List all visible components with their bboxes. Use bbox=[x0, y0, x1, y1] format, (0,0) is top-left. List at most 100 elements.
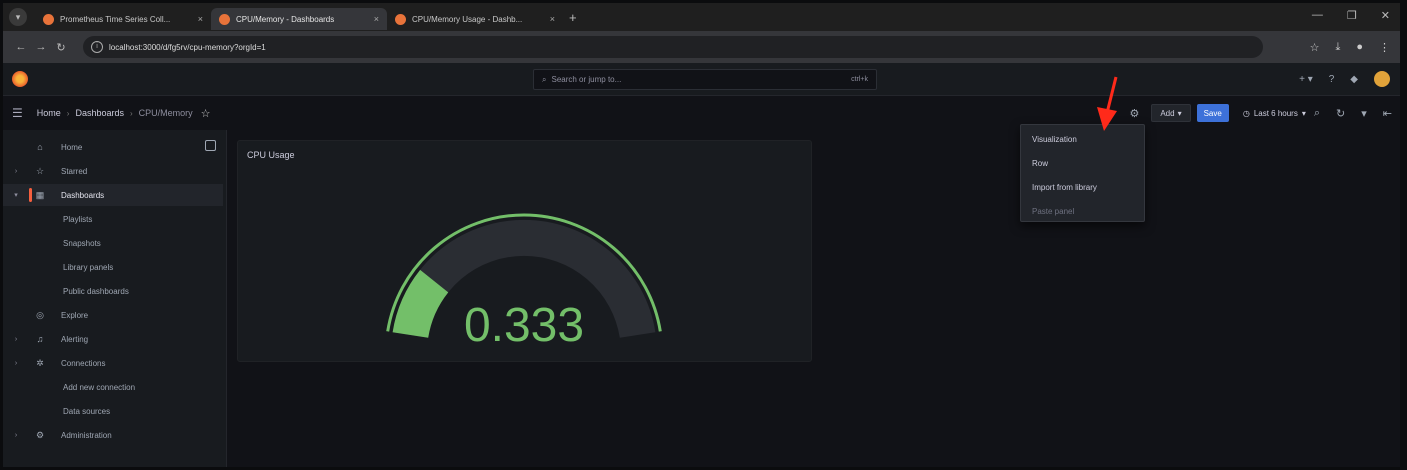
kiosk-mode-icon[interactable]: ⇤ bbox=[1383, 107, 1392, 120]
sidebar-item-label: Starred bbox=[61, 166, 88, 176]
chevron-icon[interactable]: ▾ bbox=[9, 191, 23, 199]
search-input[interactable]: ⌕ Search or jump to... ctrl+k bbox=[533, 69, 877, 90]
sidebar-item-label: Library panels bbox=[63, 262, 114, 272]
connections-icon: ✲ bbox=[36, 357, 44, 368]
help-icon[interactable]: ? bbox=[1329, 74, 1335, 85]
search-placeholder: Search or jump to... bbox=[551, 75, 622, 84]
sidebar-item-label: Alerting bbox=[61, 334, 89, 344]
dashboard-toolbar: ☰ Home › Dashboards › CPU/Memory ☆ ▭ ⚙ A… bbox=[3, 97, 1400, 129]
sidebar-item-label: Connections bbox=[61, 358, 106, 368]
browser-tab[interactable]: Prometheus Time Series Coll... × bbox=[35, 8, 211, 30]
time-range-picker[interactable]: ◷ Last 6 hours ▾ bbox=[1243, 109, 1306, 118]
sidebar-item-label: Snapshots bbox=[63, 238, 101, 248]
zoom-out-icon[interactable]: ⌕ bbox=[1314, 107, 1320, 120]
add-button[interactable]: Add ▾ bbox=[1151, 104, 1191, 122]
breadcrumb: Home › Dashboards › CPU/Memory bbox=[37, 108, 193, 118]
sidebar-item[interactable]: Snapshots bbox=[3, 232, 223, 254]
close-window-icon[interactable]: ✕ bbox=[1381, 9, 1390, 22]
grafana-favicon-icon bbox=[219, 13, 230, 25]
sidebar-item-label: Administration bbox=[61, 430, 112, 440]
sidebar-item-label: Explore bbox=[61, 310, 89, 320]
sidebar-item[interactable]: Add new connection bbox=[3, 376, 223, 398]
grafana-logo-icon[interactable] bbox=[12, 71, 28, 87]
star-icon: ☆ bbox=[35, 165, 45, 176]
tab-search-icon[interactable]: ▾ bbox=[9, 8, 27, 26]
bookmark-star-icon[interactable]: ☆ bbox=[1310, 41, 1320, 54]
home-icon: ⌂ bbox=[37, 142, 43, 152]
site-info-icon[interactable]: i bbox=[91, 41, 103, 53]
chevron-down-icon: ▾ bbox=[1301, 108, 1306, 118]
sidebar-item-label: Playlists bbox=[63, 214, 93, 224]
sidebar-item[interactable]: › ♫ Alerting bbox=[3, 328, 223, 350]
sidebar-item[interactable]: › ☆ Starred bbox=[3, 160, 223, 182]
save-button[interactable]: Save bbox=[1196, 104, 1229, 122]
grafana-top-bar: ⌕ Search or jump to... ctrl+k + ▾ ? ◆ bbox=[3, 63, 1400, 96]
gauge-chart: 0.333 bbox=[386, 213, 662, 352]
browser-menu-icon[interactable]: ⋮ bbox=[1379, 41, 1390, 54]
browser-address-bar: ← → ↻ i localhost:3000/d/fg5rv/cpu-memor… bbox=[3, 31, 1400, 63]
refresh-interval-chevron-icon[interactable]: ▾ bbox=[1361, 107, 1367, 120]
sidebar-item[interactable]: Data sources bbox=[3, 400, 223, 422]
back-icon[interactable]: ← bbox=[11, 41, 31, 53]
restore-icon[interactable]: ❐ bbox=[1347, 9, 1357, 22]
chevron-icon[interactable]: › bbox=[9, 336, 23, 343]
sidebar-item[interactable]: › ✲ Connections bbox=[3, 352, 223, 374]
cpu-usage-panel[interactable]: CPU Usage 0.333 bbox=[237, 140, 812, 362]
sidebar-item[interactable]: Public dashboards bbox=[3, 280, 223, 302]
sidebar-item[interactable]: ◎ Explore bbox=[3, 304, 223, 326]
new-tab-button[interactable]: + bbox=[569, 10, 577, 25]
url-input[interactable]: i localhost:3000/d/fg5rv/cpu-memory?orgI… bbox=[83, 36, 1263, 58]
menu-item-import-from-library[interactable]: Import from library bbox=[1032, 183, 1097, 192]
browser-window: ▾ Prometheus Time Series Coll... × CPU/M… bbox=[3, 3, 1400, 467]
sidebar-item-label: Add new connection bbox=[63, 382, 136, 392]
breadcrumb-home[interactable]: Home bbox=[37, 108, 61, 118]
breadcrumb-separator-icon: › bbox=[66, 108, 70, 118]
close-tab-icon[interactable]: × bbox=[550, 14, 555, 24]
close-tab-icon[interactable]: × bbox=[198, 14, 203, 24]
reload-icon[interactable]: ↻ bbox=[51, 41, 71, 54]
close-tab-icon[interactable]: × bbox=[374, 14, 379, 24]
sidebar-item[interactable]: › ⚙ Administration bbox=[3, 424, 223, 446]
download-icon[interactable]: ⤓ bbox=[1335, 41, 1340, 54]
compass-icon: ◎ bbox=[36, 309, 44, 320]
minimize-icon[interactable]: — bbox=[1312, 9, 1323, 22]
time-range-label: Last 6 hours bbox=[1253, 108, 1298, 118]
chevron-icon[interactable]: › bbox=[9, 360, 23, 367]
gauge-value-arc bbox=[392, 269, 449, 339]
sidebar-item[interactable]: ⌂ Home bbox=[3, 136, 223, 158]
new-dropdown-icon[interactable]: + ▾ bbox=[1299, 74, 1313, 85]
search-shortcut: ctrl+k bbox=[851, 76, 868, 83]
sidebar-item[interactable]: Playlists bbox=[3, 208, 223, 230]
avatar[interactable] bbox=[1374, 71, 1390, 87]
browser-tab[interactable]: CPU/Memory Usage - Dashb... × bbox=[387, 8, 563, 30]
top-bar-actions: + ▾ ? ◆ bbox=[1299, 71, 1390, 87]
forward-icon[interactable]: → bbox=[31, 41, 51, 53]
sidebar-item-label: Dashboards bbox=[61, 190, 105, 200]
sidebar-item-label: Home bbox=[61, 142, 83, 152]
menu-item-visualization[interactable]: Visualization bbox=[1032, 135, 1077, 144]
sidebar-item[interactable]: Library panels bbox=[3, 256, 223, 278]
menu-item-row[interactable]: Row bbox=[1032, 159, 1048, 168]
breadcrumb-dashboards[interactable]: Dashboards bbox=[75, 108, 124, 118]
mark-favorite-icon[interactable]: ☆ bbox=[201, 107, 211, 120]
hamburger-menu-icon[interactable]: ☰ bbox=[12, 106, 23, 120]
browser-tab-active[interactable]: CPU/Memory - Dashboards × bbox=[211, 8, 387, 30]
grafana-favicon-icon bbox=[43, 13, 54, 25]
refresh-icon[interactable]: ↻ bbox=[1336, 107, 1345, 120]
menu-item-paste-panel: Paste panel bbox=[1032, 207, 1075, 216]
add-dropdown-menu: Visualization Row Import from library Pa… bbox=[1020, 124, 1145, 222]
sidebar-item[interactable]: ▾ ▦ Dashboards bbox=[3, 184, 223, 206]
gauge-value: 0.333 bbox=[464, 299, 584, 352]
profile-icon[interactable]: ● bbox=[1356, 41, 1363, 54]
folder-icon[interactable]: ▭ bbox=[1103, 107, 1113, 120]
news-icon[interactable]: ◆ bbox=[1350, 74, 1358, 85]
chevron-icon[interactable]: › bbox=[9, 432, 23, 439]
url-text: localhost:3000/d/fg5rv/cpu-memory?orgId=… bbox=[109, 42, 266, 52]
tab-title: CPU/Memory Usage - Dashb... bbox=[412, 14, 523, 24]
chevron-down-icon: ▾ bbox=[1177, 108, 1182, 118]
chevron-icon[interactable]: › bbox=[9, 168, 23, 175]
dashboards-icon: ▦ bbox=[35, 189, 45, 200]
settings-gear-icon[interactable]: ⚙ bbox=[1129, 107, 1139, 120]
sidebar-item-label: Data sources bbox=[63, 406, 111, 416]
nav-sidebar: ⌂ Home › ☆ Starred ▾ ▦ Dashboards Playlists Snaps… bbox=[3, 130, 227, 467]
